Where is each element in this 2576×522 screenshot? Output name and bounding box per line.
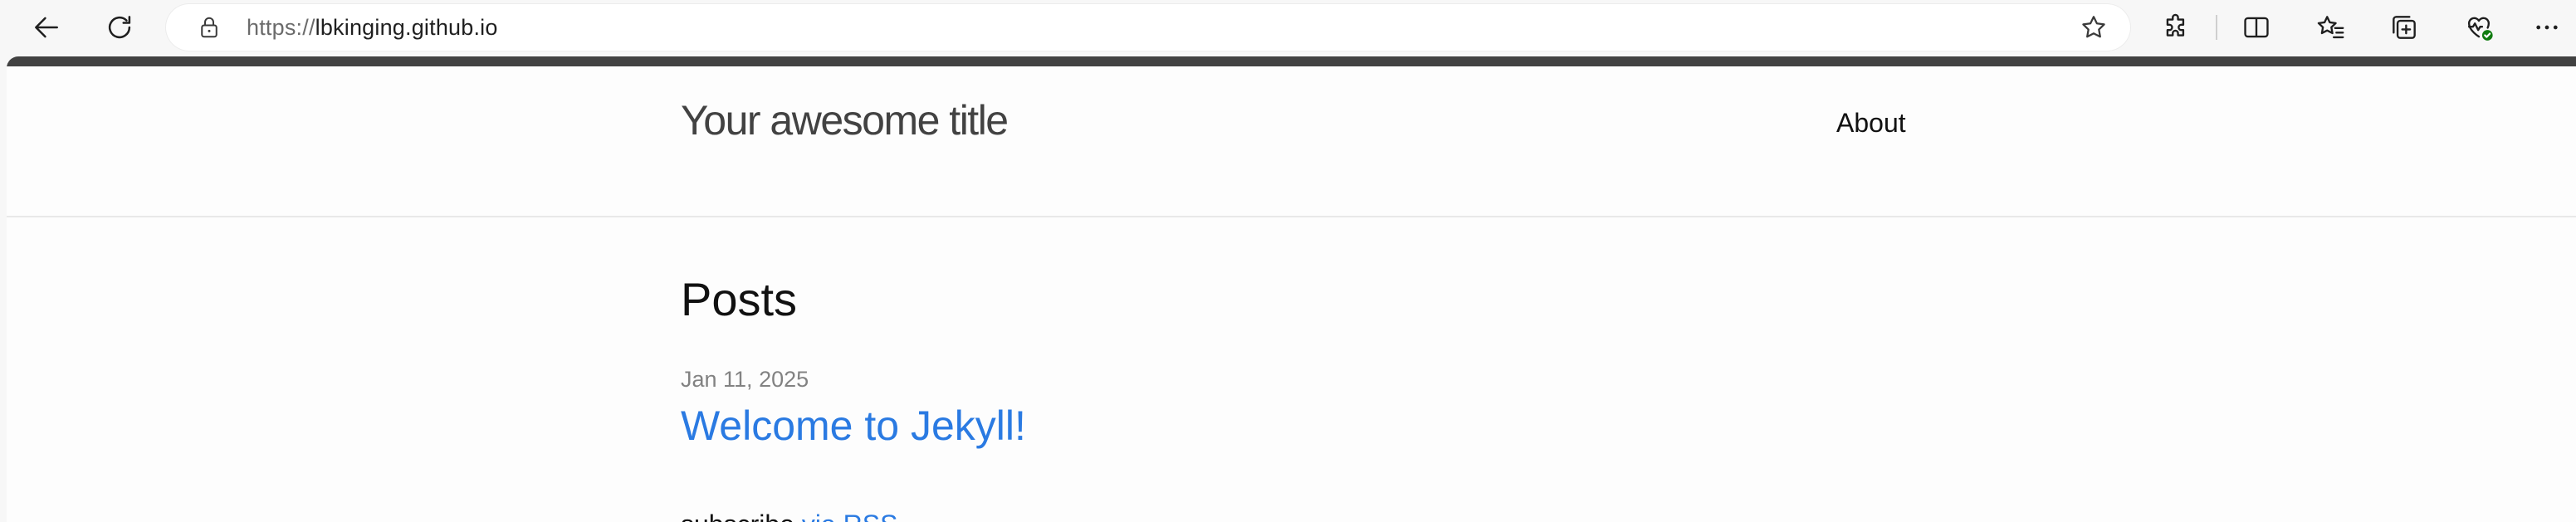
site-top-strip (7, 56, 2576, 66)
browser-essentials-icon (2467, 17, 2493, 41)
rss-prefix: subscribe (681, 510, 794, 522)
post-date: Jan 11, 2025 (681, 367, 809, 392)
split-screen-icon (2244, 17, 2269, 38)
url-protocol: https:// (247, 15, 315, 40)
rss-link[interactable]: via RSS (802, 510, 898, 522)
extensions-button[interactable] (2157, 7, 2197, 47)
collections-button[interactable] (2384, 7, 2424, 47)
reload-icon (108, 16, 131, 39)
puzzle-icon (2166, 13, 2185, 37)
page-viewport: Your awesome title About Posts Jan 11, 2… (7, 56, 2576, 522)
favorites-button[interactable] (2311, 7, 2351, 47)
url-text[interactable]: https://lbkinging.github.io (247, 4, 498, 51)
back-arrow-icon (35, 17, 58, 38)
collections-icon (2393, 16, 2416, 39)
star-icon (2082, 16, 2105, 38)
back-button[interactable] (27, 7, 66, 47)
posts-heading: Posts (681, 273, 798, 325)
more-icon (2536, 25, 2558, 30)
toolbar-divider (2216, 15, 2217, 40)
browser-toolbar: https://lbkinging.github.io (0, 0, 2576, 55)
reload-button[interactable] (100, 7, 139, 47)
add-favorite-button[interactable] (2079, 12, 2109, 42)
site-header: Your awesome title About (7, 66, 2576, 217)
nav-link-about[interactable]: About (1836, 108, 1906, 139)
browser-essentials-button[interactable] (2459, 7, 2499, 47)
rss-subscribe: subscribe via RSS (681, 510, 897, 522)
lock-icon[interactable] (196, 14, 222, 41)
more-button[interactable] (2527, 7, 2567, 47)
url-host: lbkinging.github.io (315, 15, 498, 40)
split-screen-button[interactable] (2236, 7, 2276, 47)
post-title-link[interactable]: Welcome to Jekyll! (681, 402, 1026, 450)
site-title-link[interactable]: Your awesome title (681, 96, 1009, 144)
address-bar[interactable]: https://lbkinging.github.io (166, 4, 2130, 51)
favorites-icon (2317, 16, 2344, 39)
